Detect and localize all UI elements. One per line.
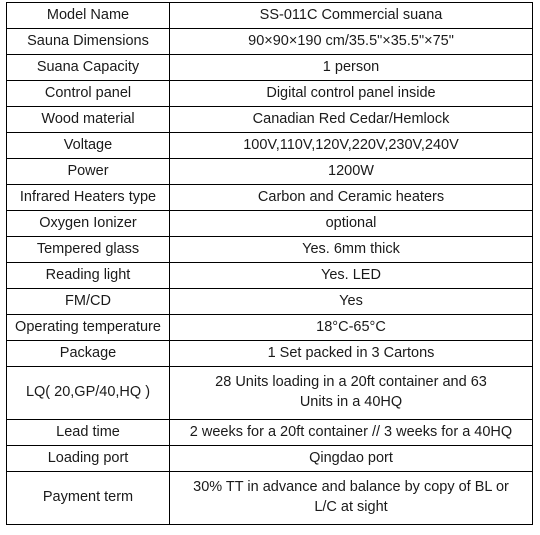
spec-value-cell: 1 person [169,54,533,81]
spec-label-text: Operating temperature [15,318,161,335]
specification-table: Model Name SS-011C Commercial suana Sauna … [6,2,533,525]
spec-value-text: 2 weeks for a 20ft container // 3 weeks … [189,423,513,440]
spec-label-cell: Control panel [6,80,170,107]
table-row: Wood material Canadian Red Cedar/Hemlock [6,106,533,133]
spec-label-text: Model Name [46,6,130,23]
spec-label-cell: Voltage [6,132,170,159]
spec-value-cell: Yes. LED [169,262,533,289]
spec-value-cell: Qingdao port [169,445,533,472]
spec-value-cell: 100V,110V,120V,220V,230V,240V [169,132,533,159]
spec-value-cell: 28 Units loading in a 20ft container and… [169,366,533,420]
spec-label-cell: Package [6,340,170,367]
spec-value-cell: Digital control panel inside [169,80,533,107]
table-row: Suana Capacity 1 person [6,54,533,81]
spec-value-cell: 18°C-65°C [169,314,533,341]
spec-value-text: 28 Units loading in a 20ft container and… [215,374,487,410]
spec-value-text: SS-011C Commercial suana [259,6,443,23]
spec-label-text: Oxygen Ionizer [39,214,137,231]
spec-label-cell: Model Name [6,2,170,29]
spec-value-text: Qingdao port [309,449,393,466]
spec-label-text: Lead time [56,423,120,440]
table-row: Power 1200W [6,158,533,185]
table-row: Sauna Dimensions 90×90×190 cm/35.5"×35.5"… [6,28,533,55]
spec-value-text: 30% TT in advance and balance by copy of… [193,479,509,515]
table-row: Tempered glass Yes. 6mm thick [6,236,533,263]
table-row: FM/CD Yes [6,288,533,315]
spec-value-cell: 1 Set packed in 3 Cartons [169,340,533,367]
spec-value-text: Yes. LED [321,266,381,283]
spec-label-text: Tempered glass [36,240,140,257]
spec-value-text: Digital control panel inside [266,84,436,101]
spec-value-text: Yes [339,292,363,309]
spec-label-text: Voltage [63,136,113,153]
table-row: Reading light Yes. LED [6,262,533,289]
spec-label-cell: Operating temperature [6,314,170,341]
spec-label-cell: Reading light [6,262,170,289]
table-row: Control panel Digital control panel insid… [6,80,533,107]
spec-label-cell: Loading port [6,445,170,472]
spec-value-text: 18°C-65°C [316,318,386,335]
spec-value-cell: 90×90×190 cm/35.5"×35.5"×75" [169,28,533,55]
table-row: Operating temperature 18°C-65°C [6,314,533,341]
spec-label-cell: Payment term [6,471,170,525]
spec-value-text: 100V,110V,120V,220V,230V,240V [243,136,459,153]
spec-label-cell: LQ( 20,GP/40,HQ ) [6,366,170,420]
spec-value-text: Yes. 6mm thick [302,240,400,257]
table-row: Model Name SS-011C Commercial suana [6,2,533,29]
spec-value-cell: optional [169,210,533,237]
table-row: LQ( 20,GP/40,HQ ) 28 Units loading in a 2… [6,366,533,420]
spec-value-text: 1 Set packed in 3 Cartons [267,344,435,361]
spec-value-cell: Canadian Red Cedar/Hemlock [169,106,533,133]
table-row: Loading port Qingdao port [6,445,533,472]
table-row: Lead time 2 weeks for a 20ft container //… [6,419,533,446]
spec-value-cell: Carbon and Ceramic heaters [169,184,533,211]
spec-label-cell: Lead time [6,419,170,446]
spec-label-cell: FM/CD [6,288,170,315]
spec-value-text: 1200W [328,162,374,179]
spec-value-text: Canadian Red Cedar/Hemlock [252,110,450,127]
spec-label-text: Suana Capacity [36,58,140,75]
spec-value-cell: Yes. 6mm thick [169,236,533,263]
table-row: Voltage 100V,110V,120V,220V,230V,240V [6,132,533,159]
spec-value-text: Carbon and Ceramic heaters [257,188,445,205]
spec-value-text: optional [325,214,377,231]
spec-value-text: 1 person [322,58,380,75]
spec-value-cell: Yes [169,288,533,315]
spec-label-text: LQ( 20,GP/40,HQ ) [25,384,151,401]
spec-label-text: Wood material [41,110,135,127]
spec-label-text: Sauna Dimensions [27,32,149,49]
spec-label-cell: Sauna Dimensions [6,28,170,55]
table-row: Oxygen Ionizer optional [6,210,533,237]
spec-value-cell: 1200W [169,158,533,185]
spec-value-cell: SS-011C Commercial suana [169,2,533,29]
spec-label-cell: Oxygen Ionizer [6,210,170,237]
spec-label-text: Control panel [44,84,132,101]
spec-label-text: Power [67,162,109,179]
spec-label-text: Infrared Heaters type [19,188,157,205]
spec-label-cell: Suana Capacity [6,54,170,81]
table-row: Payment term 30% TT in advance and balanc… [6,471,533,525]
spec-label-text: FM/CD [65,292,111,309]
spec-label-cell: Wood material [6,106,170,133]
specification-table-body: Model Name SS-011C Commercial suana Sauna … [6,2,533,525]
spec-label-text: Loading port [47,449,129,466]
specification-table-container: Model Name SS-011C Commercial suana Sauna … [6,2,533,525]
spec-label-cell: Infrared Heaters type [6,184,170,211]
spec-value-text: 90×90×190 cm/35.5"×35.5"×75" [248,32,454,49]
spec-value-cell: 30% TT in advance and balance by copy of… [169,471,533,525]
spec-label-cell: Power [6,158,170,185]
spec-label-text: Payment term [42,489,134,506]
table-row: Infrared Heaters type Carbon and Ceramic … [6,184,533,211]
spec-label-text: Reading light [45,266,131,283]
spec-label-cell: Tempered glass [6,236,170,263]
spec-value-cell: 2 weeks for a 20ft container // 3 weeks … [169,419,533,446]
spec-label-text: Package [59,344,117,361]
table-row: Package 1 Set packed in 3 Cartons [6,340,533,367]
